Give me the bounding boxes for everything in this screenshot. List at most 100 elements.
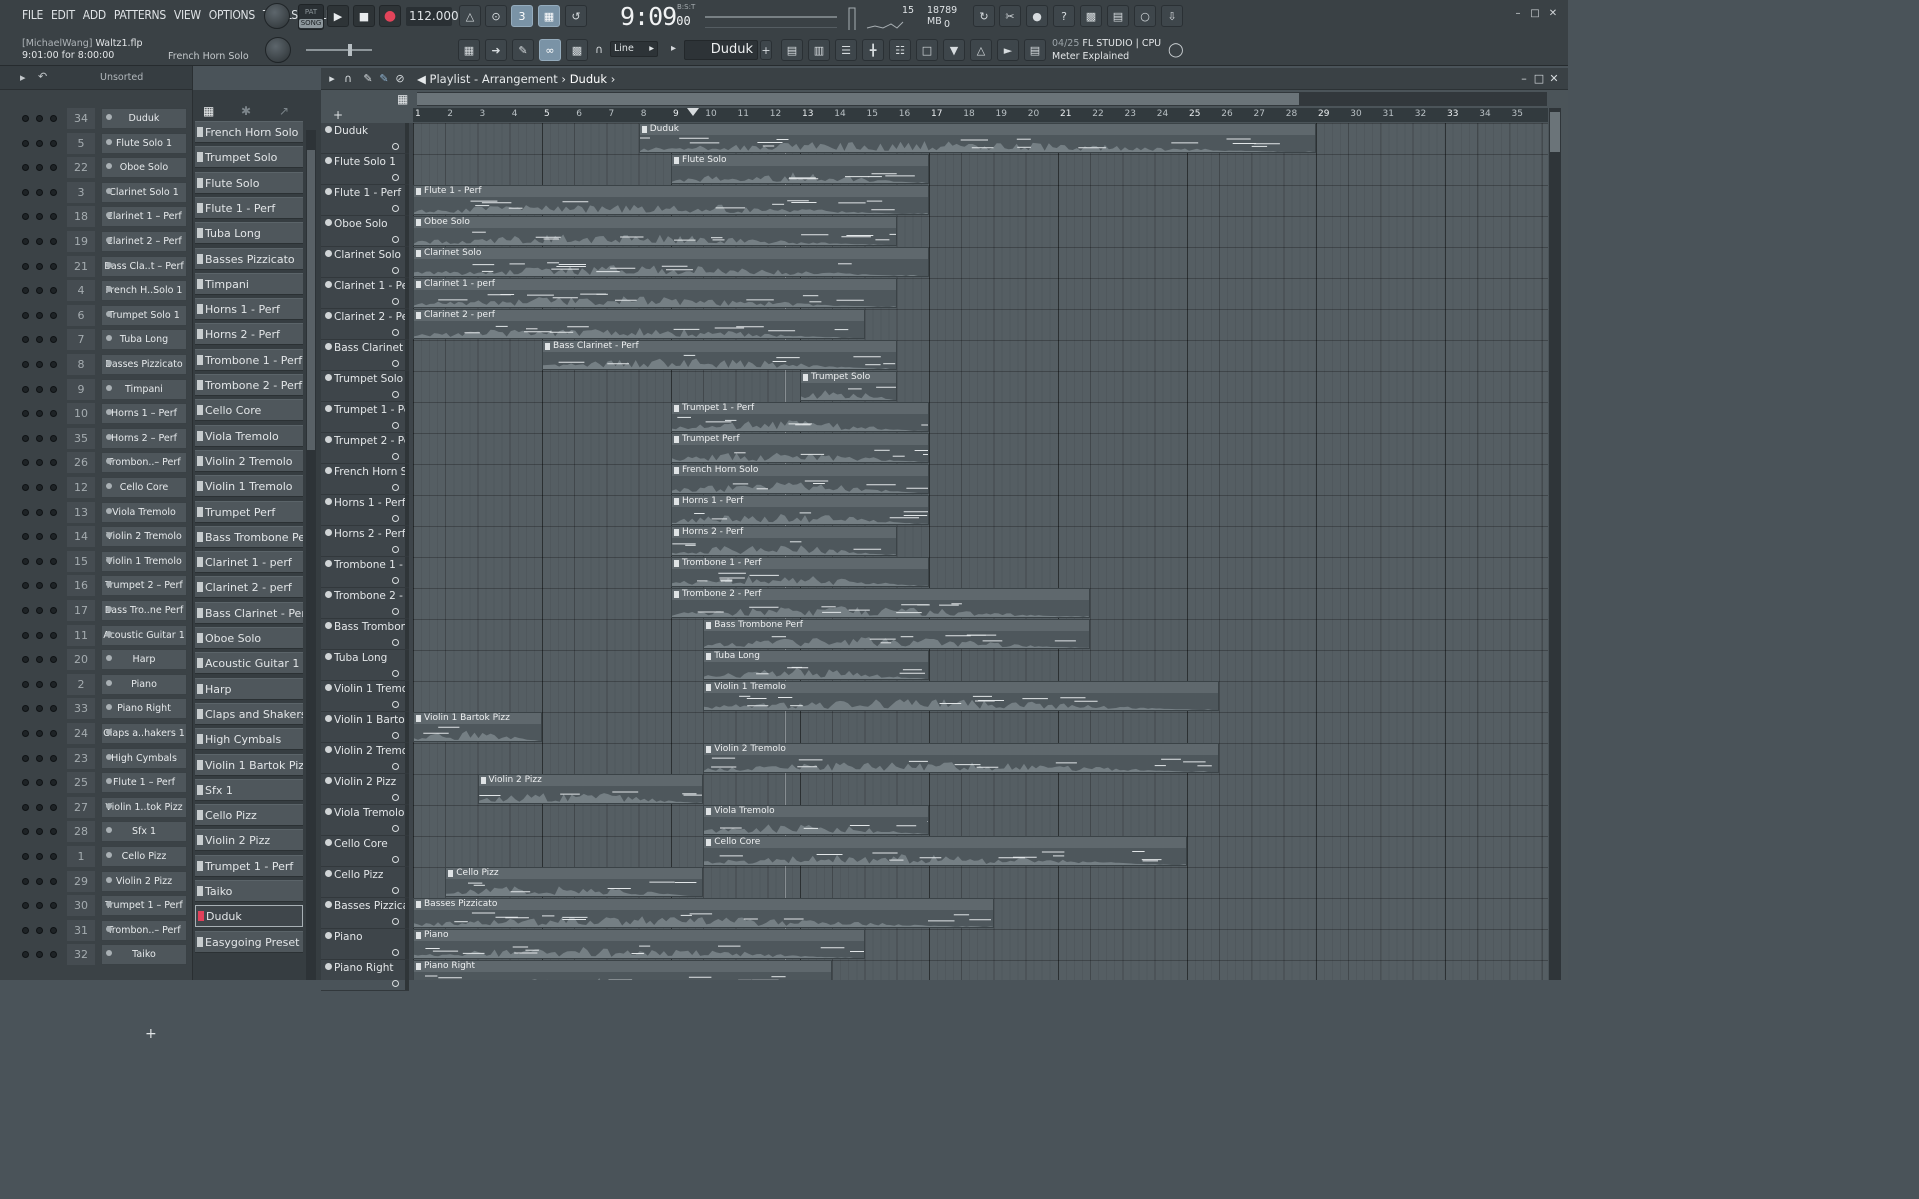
track-record-toggle[interactable] [392,546,399,553]
channel-mixer-track[interactable]: 24 [67,723,95,744]
track-header[interactable]: Cello Core [321,836,409,867]
channel-mixer-track[interactable]: 2 [67,673,95,695]
pattern-clip[interactable]: Piano Right [413,960,833,980]
channel-volume-knob[interactable] [50,533,57,541]
magnet-snap-icon[interactable]: ∩ [341,72,355,86]
pattern-item[interactable]: Tuba Long [195,222,303,245]
track-header[interactable]: Trombone 2 - P.. [321,588,409,619]
channel-row[interactable]: 23 High Cymbals [0,747,193,771]
channel-pan-knob[interactable] [36,213,43,221]
track-record-toggle[interactable] [392,887,399,894]
pattern-item[interactable]: French Horn Solo [195,121,303,143]
pattern-clip[interactable]: Horns 1 - Perf [671,495,929,525]
channel-row[interactable]: 6 Trumpet Solo 1 [0,304,193,328]
channel-row[interactable]: 24 Claps a..hakers 1 [0,722,193,746]
menu-options[interactable]: OPTIONS [205,8,259,22]
download-button[interactable]: ⇩ [1161,5,1183,27]
minimize-playlist-icon[interactable]: – [1517,72,1531,86]
channel-mixer-track[interactable]: 14 [67,526,95,548]
channel-row[interactable]: 18 Clarinet 1 – Perf [0,205,193,229]
draw-tool-icon[interactable]: ✎ [361,72,375,86]
channel-rack-button[interactable]: ▥ [808,39,830,61]
channel-active-led[interactable] [22,680,29,688]
track-header[interactable]: Trumpet 2 - Perf [321,433,409,464]
main-pitch-knob[interactable] [265,37,291,63]
channel-name-button[interactable]: Trombon..– Perf [101,452,187,474]
expand-icon[interactable]: ▸ [20,71,26,84]
track-mute-led[interactable] [325,808,332,815]
channel-select-led[interactable] [106,507,112,514]
track-name[interactable]: Trumpet 1 - Perf [334,404,408,416]
channel-volume-knob[interactable] [50,188,57,196]
track-mute-led[interactable] [325,622,332,629]
channel-name-button[interactable]: Timpani [101,378,187,400]
audio-tab-icon[interactable]: ✱ [241,104,251,118]
channel-pan-knob[interactable] [36,607,43,614]
track-mute-led[interactable] [325,591,332,598]
track-header[interactable]: Basses Pizzicato [321,898,409,929]
track-mute-led[interactable] [325,126,332,133]
mixer-button[interactable]: ☰ [835,39,857,61]
pattern-clip[interactable]: Flute 1 - Perf [413,185,929,215]
add-channel-button[interactable]: + [145,1026,157,1042]
channel-row[interactable]: 8 Basses Pizzicato [0,353,193,377]
pattern-item[interactable]: Violin 2 Tremolo [195,449,303,472]
channel-pan-knob[interactable] [36,164,43,172]
pattern-item[interactable]: Clarinet 2 - perf [195,576,303,599]
pattern-item[interactable]: Trombone 1 - Perf [195,348,303,371]
track-select-strip[interactable] [405,650,409,680]
channel-mixer-track[interactable]: 20 [67,649,95,671]
picker-scrollbar[interactable] [306,130,316,980]
channel-row[interactable]: 33 Piano Right [0,697,193,721]
record-button[interactable]: ● [379,5,401,27]
channel-select-led[interactable] [106,802,112,809]
channel-volume-knob[interactable] [50,779,57,787]
channel-volume-knob[interactable] [50,262,57,270]
track-record-toggle[interactable] [392,453,399,460]
channel-mixer-track[interactable]: 7 [67,329,95,351]
track-select-strip[interactable] [405,526,409,556]
track-mute-led[interactable] [325,870,332,877]
track-mute-led[interactable] [325,777,332,784]
track-record-toggle[interactable] [392,794,399,801]
track-header[interactable]: Trumpet Solo 1 [321,371,409,402]
track-mute-led[interactable] [325,932,332,939]
pencil-tool-button[interactable]: ✎ [512,39,534,61]
track-header[interactable]: Flute Solo 1 [321,154,409,185]
channel-name-button[interactable]: Tuba Long [101,329,187,351]
channel-active-led[interactable] [22,607,29,614]
metronome-button[interactable]: △ [459,5,481,27]
track-header[interactable]: Bass Trombone.. [321,619,409,650]
channel-row[interactable]: 22 Oboe Solo [0,156,193,180]
sort-mode[interactable]: Unsorted [100,72,143,83]
channel-pan-knob[interactable] [36,115,43,122]
track-record-toggle[interactable] [392,298,399,305]
track-select-strip[interactable] [405,619,409,649]
pattern-clip[interactable]: Violin 1 Tremolo [703,681,1220,711]
channel-volume-knob[interactable] [50,238,57,245]
channel-row[interactable]: 15 Violin 1 Tremolo [0,550,193,574]
timeline-ruler[interactable]: 1 2 3 4 5 6 7 8 9 10 11 12 13 14 15 16 17 18 19 20 21 22 23 24 2… [413,108,1548,122]
track-mute-led[interactable] [325,498,332,505]
pattern-item[interactable]: Clarinet 1 - perf [195,551,303,574]
channel-row[interactable]: 31 Trombon..– Perf [0,919,193,943]
playlist-button[interactable]: ▤ [781,39,803,61]
channel-row[interactable]: 25 Flute 1 – Perf [0,771,193,795]
channel-volume-knob[interactable] [50,508,57,516]
channel-select-led[interactable] [106,433,112,440]
track-select-strip[interactable] [405,495,409,525]
track-mute-led[interactable] [325,684,332,691]
track-select-strip[interactable] [405,309,409,339]
track-mute-led[interactable] [325,963,332,970]
channel-name-button[interactable]: Violin 2 Pizz [101,870,187,892]
channel-select-led[interactable] [106,360,112,366]
pattern-item[interactable]: Taiko [195,880,303,902]
track-select-strip[interactable] [405,464,409,494]
horizontal-scroll-thumb[interactable] [417,93,1299,105]
channel-active-led[interactable] [22,779,29,787]
channel-volume-knob[interactable] [50,680,57,688]
track-mute-led[interactable] [325,839,332,846]
track-name[interactable]: French Horn Sol.. [334,466,408,478]
vertical-scrollbar[interactable] [1549,108,1561,980]
channel-name-button[interactable]: Clarinet 2 – Perf [101,231,187,252]
